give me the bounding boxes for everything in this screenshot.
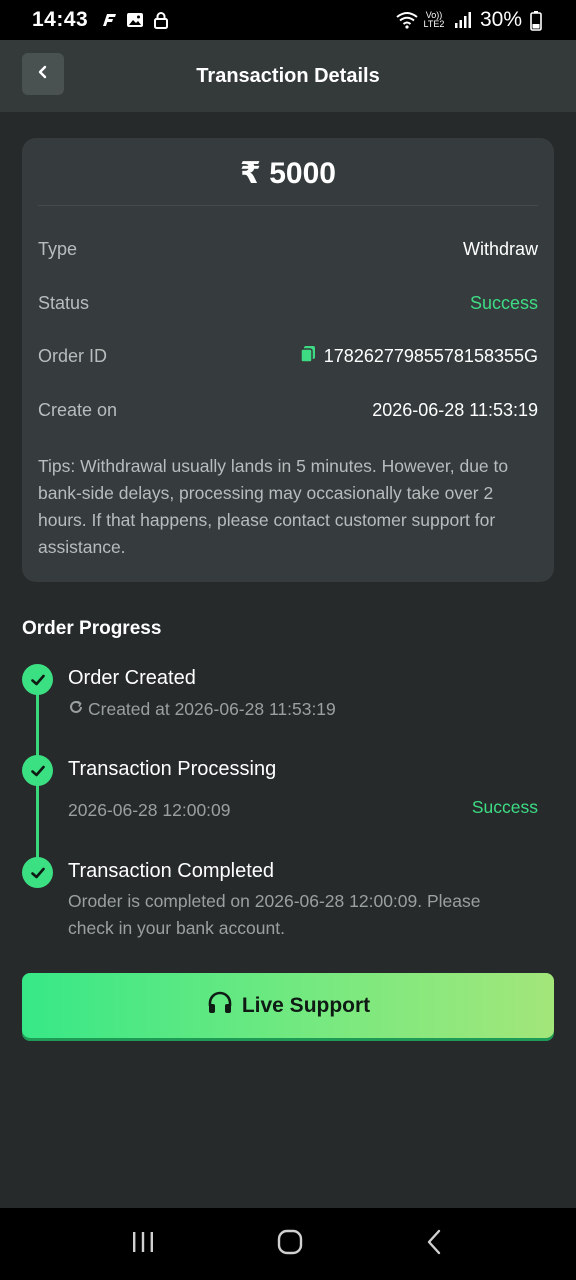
status-right: Vo)) LTE2 30% — [396, 8, 548, 32]
order-id-label: Order ID — [38, 346, 108, 367]
order-id-value: 17826277985578158355G — [323, 346, 538, 367]
step-title: Order Created — [68, 667, 196, 689]
network-label: Vo)) LTE2 — [423, 10, 445, 29]
create-on-label: Create on — [38, 399, 118, 420]
status-label: Status — [38, 292, 90, 313]
step-sub: 2026-06-28 12:00:09 — [68, 800, 231, 820]
step-sub-group: Created at 2026-06-28 11:53:19 — [68, 696, 336, 723]
status-left: 14:43 — [32, 8, 170, 32]
step-status: Success — [471, 797, 538, 817]
step-sub: Created at 2026-06-28 11:53:19 — [88, 699, 336, 719]
signal-icon — [454, 11, 472, 29]
step-title: Transaction Completed — [68, 860, 275, 882]
tips-text: Tips: Withdrawal usually lands in 5 minu… — [38, 456, 509, 557]
transaction-card: ₹ 5000 Type Withdraw Status Success Orde… — [22, 138, 554, 582]
home-icon[interactable] — [276, 1228, 304, 1261]
app-notification-icon — [100, 11, 118, 29]
chevron-left-icon — [36, 65, 50, 84]
order-id-value-group: 17826277985578158355G — [300, 345, 538, 368]
type-value: Withdraw — [462, 239, 538, 260]
amount: ₹ 5000 — [38, 142, 538, 206]
status-time: 14:43 — [32, 8, 89, 31]
gallery-icon — [126, 11, 144, 29]
battery-icon — [530, 11, 548, 31]
check-icon — [22, 857, 53, 888]
live-support-label: Live Support — [241, 993, 371, 1017]
status-value: Success — [469, 292, 538, 313]
refresh-clock-icon — [68, 696, 84, 723]
detail-row-order-id: Order ID 17826277985578158355G — [38, 330, 538, 384]
step-title: Transaction Processing — [68, 758, 277, 780]
page-title: Transaction Details — [196, 64, 380, 87]
battery-percent: 30% — [479, 8, 522, 31]
detail-row-status: Status Success — [38, 277, 538, 331]
wifi-icon — [396, 11, 418, 29]
order-progress-title: Order Progress — [22, 618, 162, 639]
back-button[interactable] — [22, 53, 64, 95]
step-sub: Oroder is completed on 2026-06-28 12:00:… — [68, 891, 481, 938]
check-icon — [22, 664, 53, 695]
check-icon — [22, 755, 53, 786]
detail-row-type: Type Withdraw — [38, 223, 538, 277]
live-support-button[interactable]: Live Support — [22, 973, 554, 1038]
headphones-icon — [206, 989, 234, 1022]
recent-apps-icon[interactable] — [130, 1230, 156, 1259]
copy-icon[interactable] — [300, 345, 316, 368]
app-header: Transaction Details — [0, 40, 576, 112]
detail-rows: Type Withdraw Status Success Order ID 17… — [38, 206, 538, 437]
status-bar: 14:43 Vo)) LTE2 30% — [0, 0, 576, 40]
type-label: Type — [38, 239, 78, 260]
detail-row-create-on: Create on 2026-06-28 11:53:19 — [38, 384, 538, 438]
create-on-value: 2026-06-28 11:53:19 — [372, 399, 538, 420]
system-nav-bar — [0, 1208, 576, 1280]
back-nav-icon[interactable] — [424, 1229, 446, 1260]
lock-icon — [152, 11, 170, 29]
